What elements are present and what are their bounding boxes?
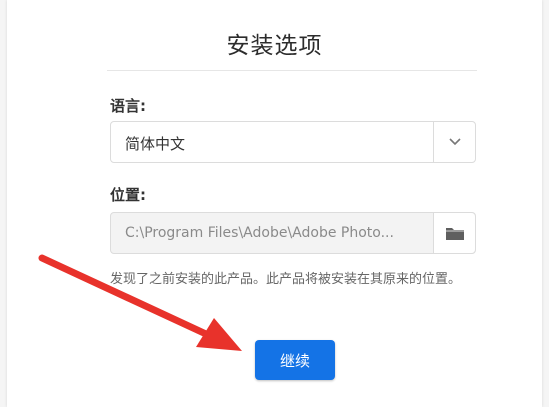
chevron-down-icon[interactable] (447, 133, 463, 149)
install-path-field: C:\Program Files\Adobe\Adobe Photo... (110, 212, 476, 254)
select-divider (433, 122, 434, 162)
install-options-dialog: 安装选项 语言: 简体中文 位置: C:\Program Files\Adobe… (7, 0, 542, 407)
language-label: 语言: (110, 97, 146, 115)
previous-install-notice: 发现了之前安装的此产品。此产品将被安装在其原来的位置。 (110, 272, 462, 287)
install-path-value: C:\Program Files\Adobe\Adobe Photo... (125, 225, 394, 241)
window-background: 安装选项 语言: 简体中文 位置: C:\Program Files\Adobe… (0, 0, 549, 407)
continue-button[interactable]: 继续 (255, 340, 335, 380)
browse-folder-button[interactable] (434, 213, 475, 253)
language-select[interactable]: 简体中文 (110, 121, 476, 163)
title-divider (107, 70, 477, 71)
language-selected-value: 简体中文 (125, 135, 186, 153)
folder-icon (446, 228, 464, 240)
dialog-title: 安装选项 (226, 33, 323, 59)
location-label: 位置: (110, 186, 146, 204)
